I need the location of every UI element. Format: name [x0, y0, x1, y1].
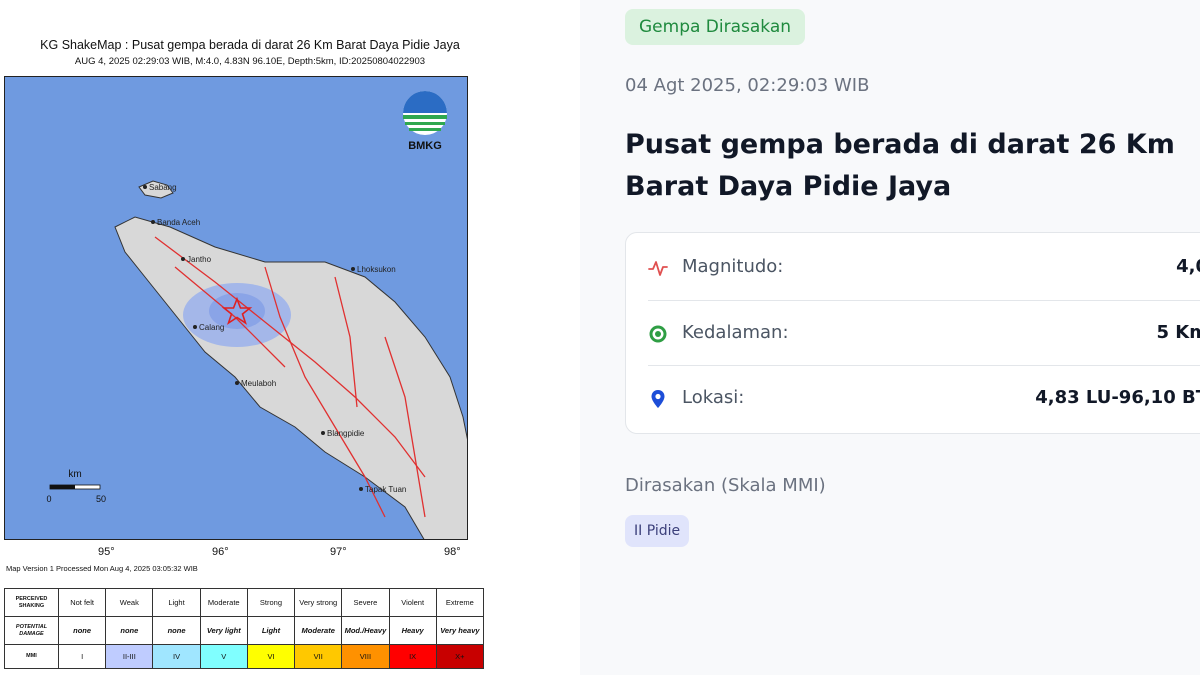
land-mass: [114, 216, 467, 539]
felt-section-title: Dirasakan (Skala MMI): [625, 475, 826, 496]
shakemap-map: Sabang Banda Aceh Lhoksukon Jantho Calan…: [46, 91, 467, 539]
shaking-cell: Light: [152, 588, 201, 617]
processed-note: Map Version 1 Processed Mon Aug 4, 2025 …: [6, 564, 198, 573]
damage-cell: Very heavy: [435, 616, 485, 645]
shakemap-panel: KG ShakeMap : Pusat gempa berada di dara…: [0, 0, 580, 675]
shaking-cell: Weak: [105, 588, 154, 617]
longitude-label: 98°: [444, 546, 461, 558]
mmi-cell: IV: [152, 644, 201, 669]
row-header: PERCEIVED SHAKING: [4, 588, 59, 617]
event-info-card: Magnitudo: 4,0 Kedalaman: 5 Km Lokasi: 4…: [625, 232, 1200, 434]
damage-cell: none: [105, 616, 154, 645]
scale-bar: km 0 50: [46, 469, 106, 504]
location-pin-icon: [651, 390, 665, 408]
scale-unit: km: [68, 469, 81, 480]
mmi-cell: VII: [294, 644, 343, 669]
shaking-cell: Moderate: [199, 588, 248, 617]
info-row-location: Lokasi: 4,83 LU-96,10 BT: [648, 365, 1200, 430]
place-label: Calang: [199, 323, 224, 332]
place-label: Banda Aceh: [157, 218, 200, 227]
info-label: Lokasi:: [682, 387, 745, 408]
shaking-cell: Violent: [388, 588, 437, 617]
damage-cell: none: [57, 616, 107, 645]
longitude-label: 97°: [330, 546, 347, 558]
felt-region-chip: II Pidie: [625, 515, 690, 547]
damage-cell: Moderate: [294, 616, 343, 645]
scale-tick: 0: [46, 494, 51, 504]
event-timestamp: 04 Agt 2025, 02:29:03 WIB: [625, 75, 870, 96]
place-label: Meulaboh: [241, 379, 276, 388]
damage-cell: none: [152, 616, 201, 645]
activity-icon: [648, 261, 668, 276]
shakemap-image: Sabang Banda Aceh Lhoksukon Jantho Calan…: [4, 76, 468, 540]
bmkg-logo-text: BMKG: [408, 140, 442, 152]
shaking-cell: Severe: [341, 588, 390, 617]
place-label: Sabang: [149, 183, 177, 192]
scale-tick: 50: [96, 494, 106, 504]
info-row-depth: Kedalaman: 5 Km: [648, 300, 1200, 365]
shaking-cell: Extreme: [435, 588, 485, 617]
mmi-cell: IX: [388, 644, 437, 669]
shaking-cell: Strong: [246, 588, 296, 617]
shakemap-title: KG ShakeMap : Pusat gempa berada di dara…: [40, 38, 460, 52]
row-header: MMI: [4, 644, 59, 669]
shakemap-subtitle: AUG 4, 2025 02:29:03 WIB, M:4.0, 4.83N 9…: [74, 56, 426, 67]
mmi-row: MMI I II-III IV V VI VII VIII IX X+: [4, 644, 485, 669]
mmi-legend-table: PERCEIVED SHAKING Not felt Weak Light Mo…: [4, 588, 485, 669]
info-value: 4,83 LU-96,10 BT: [1035, 387, 1200, 408]
mmi-cell: I: [57, 644, 107, 669]
info-value: 4,0: [1176, 256, 1200, 277]
damage-row: POTENTIAL DAMAGE none none none Very lig…: [4, 616, 485, 645]
mmi-cell: VI: [246, 644, 296, 669]
place-label: Lhoksukon: [357, 265, 396, 274]
info-row-magnitude: Magnitudo: 4,0: [648, 235, 1200, 300]
row-header: POTENTIAL DAMAGE: [4, 616, 59, 645]
place-label: Blangpidie: [327, 429, 365, 438]
place-label: Jantho: [187, 255, 212, 264]
mmi-cell: V: [199, 644, 248, 669]
damage-cell: Light: [246, 616, 296, 645]
felt-status-badge: Gempa Dirasakan: [625, 9, 806, 45]
damage-cell: Heavy: [388, 616, 437, 645]
info-value: 5 Km: [1156, 322, 1200, 343]
shaking-row: PERCEIVED SHAKING Not felt Weak Light Mo…: [4, 588, 485, 617]
info-label: Kedalaman:: [682, 322, 789, 343]
damage-cell: Mod./Heavy: [341, 616, 390, 645]
bmkg-logo: BMKG: [403, 91, 447, 152]
depth-target-icon: [649, 325, 667, 343]
mmi-cell: II-III: [105, 644, 154, 669]
shaking-cell: Not felt: [57, 588, 107, 617]
longitude-label: 96°: [212, 546, 229, 558]
info-label: Magnitudo:: [682, 256, 784, 277]
damage-cell: Very light: [199, 616, 248, 645]
mmi-cell: VIII: [341, 644, 390, 669]
place-label: Tapak Tuan: [365, 485, 406, 494]
shaking-cell: Very strong: [294, 588, 343, 617]
earthquake-detail-panel: Gempa Dirasakan 04 Agt 2025, 02:29:03 WI…: [580, 0, 1200, 675]
event-headline: Pusat gempa berada di darat 26 Km Barat …: [625, 129, 1175, 202]
longitude-label: 95°: [98, 546, 115, 558]
mmi-cell: X+: [435, 644, 485, 669]
